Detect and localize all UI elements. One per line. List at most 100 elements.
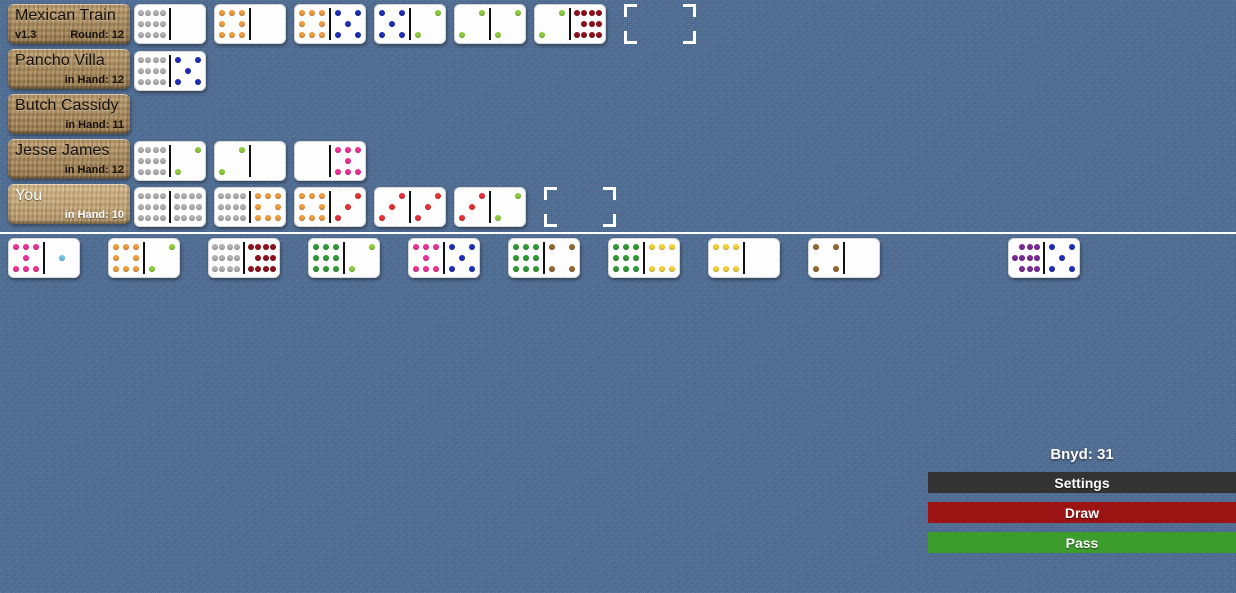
hand-domino[interactable] bbox=[708, 238, 780, 278]
pip-gap bbox=[379, 204, 385, 210]
hand-domino[interactable] bbox=[808, 238, 880, 278]
train-domino[interactable] bbox=[294, 141, 366, 181]
player-plaque-0[interactable]: Mexican Train Round: 12 v1.3 bbox=[8, 4, 130, 44]
train-dropzone[interactable] bbox=[544, 187, 616, 227]
train-domino[interactable] bbox=[294, 4, 366, 44]
domino-half-left bbox=[534, 4, 570, 44]
domino-half-left bbox=[508, 238, 544, 278]
pip bbox=[833, 265, 839, 272]
pip bbox=[1019, 265, 1026, 272]
pip-gap bbox=[159, 255, 165, 261]
train-domino[interactable] bbox=[134, 187, 206, 227]
pip-gap bbox=[425, 193, 431, 199]
domino-half-right bbox=[170, 187, 206, 227]
train-domino[interactable] bbox=[214, 187, 286, 227]
pip-gap bbox=[159, 266, 165, 272]
train-domino[interactable] bbox=[294, 187, 366, 227]
pip bbox=[247, 244, 254, 251]
pip bbox=[226, 265, 233, 272]
pip bbox=[581, 31, 588, 38]
pip bbox=[1019, 244, 1026, 251]
pip bbox=[232, 203, 239, 210]
pip-grid-2 bbox=[537, 8, 567, 40]
pip bbox=[323, 244, 329, 251]
dropzone-corner-tl-icon bbox=[544, 187, 557, 200]
pass-button[interactable]: Pass bbox=[928, 532, 1236, 553]
pip bbox=[13, 265, 19, 272]
hand-domino[interactable] bbox=[408, 238, 480, 278]
player-name: You bbox=[15, 187, 43, 204]
player-plaque-4[interactable]: You in Hand: 10 bbox=[8, 184, 130, 224]
pip-grid-12 bbox=[217, 191, 247, 223]
player-plaque-3[interactable]: Jesse James in Hand: 12 bbox=[8, 139, 130, 179]
pip bbox=[345, 20, 351, 27]
pip bbox=[1069, 244, 1075, 251]
domino-half-left bbox=[308, 238, 344, 278]
hand-domino[interactable] bbox=[8, 238, 80, 278]
train-domino[interactable] bbox=[134, 141, 206, 181]
pip bbox=[495, 214, 501, 221]
pip-gap bbox=[559, 266, 565, 272]
pip-gap bbox=[479, 204, 485, 210]
hand-domino[interactable] bbox=[308, 238, 380, 278]
draw-button[interactable]: Draw bbox=[928, 502, 1236, 523]
train-domino[interactable] bbox=[454, 4, 526, 44]
player-hand[interactable] bbox=[0, 236, 1236, 286]
pip bbox=[399, 10, 405, 17]
pip bbox=[613, 265, 619, 272]
pip bbox=[733, 244, 739, 251]
train-dropzone[interactable] bbox=[624, 4, 696, 44]
train-domino[interactable] bbox=[534, 4, 606, 44]
train-domino[interactable] bbox=[214, 4, 286, 44]
train-domino[interactable] bbox=[454, 187, 526, 227]
pip bbox=[623, 254, 629, 261]
train-domino[interactable] bbox=[214, 141, 286, 181]
pip bbox=[423, 254, 429, 261]
pip-gap bbox=[389, 215, 395, 221]
dropzone-corner-tr-icon bbox=[683, 4, 696, 17]
train-domino[interactable] bbox=[374, 187, 446, 227]
domino-half-right bbox=[490, 187, 526, 227]
pip-gap bbox=[469, 32, 475, 38]
pip-grid-8 bbox=[217, 8, 247, 40]
pip bbox=[449, 265, 455, 272]
pip bbox=[309, 31, 315, 38]
hand-domino[interactable] bbox=[608, 238, 680, 278]
dropzone-corner-tl-icon bbox=[624, 4, 637, 17]
dropzone-corner-bl-icon bbox=[544, 214, 557, 227]
pip bbox=[219, 244, 226, 251]
pip bbox=[217, 214, 224, 221]
pip bbox=[160, 78, 167, 85]
domino-half-left bbox=[294, 187, 330, 227]
pip bbox=[633, 254, 639, 261]
pip bbox=[355, 10, 361, 17]
hand-domino[interactable] bbox=[208, 238, 280, 278]
pip-gap bbox=[435, 21, 441, 27]
pip bbox=[152, 168, 159, 175]
pip bbox=[225, 203, 232, 210]
pip-gap bbox=[349, 255, 355, 261]
pip-grid-0 bbox=[253, 8, 283, 40]
hand-domino[interactable] bbox=[1008, 238, 1080, 278]
pip bbox=[623, 244, 629, 251]
pip bbox=[513, 254, 519, 261]
pip-gap bbox=[389, 193, 395, 199]
player-meta: in Hand: 12 bbox=[64, 74, 124, 86]
pip-gap bbox=[649, 255, 655, 261]
pip-grid-0 bbox=[847, 242, 877, 274]
pip-gap bbox=[389, 10, 395, 16]
player-plaque-1[interactable]: Pancho Villa in Hand: 12 bbox=[8, 49, 130, 89]
pip bbox=[335, 214, 341, 221]
train-domino[interactable] bbox=[374, 4, 446, 44]
settings-button[interactable]: Settings bbox=[928, 472, 1236, 493]
pip-gap bbox=[823, 244, 829, 250]
pip bbox=[173, 203, 180, 210]
train-domino[interactable] bbox=[134, 4, 206, 44]
train-domino[interactable] bbox=[134, 51, 206, 91]
pip bbox=[234, 254, 241, 261]
hand-domino[interactable] bbox=[108, 238, 180, 278]
player-plaque-2[interactable]: Butch Cassidy in Hand: 11 bbox=[8, 94, 130, 134]
hand-domino[interactable] bbox=[508, 238, 580, 278]
pip bbox=[137, 203, 144, 210]
pip bbox=[423, 244, 429, 251]
